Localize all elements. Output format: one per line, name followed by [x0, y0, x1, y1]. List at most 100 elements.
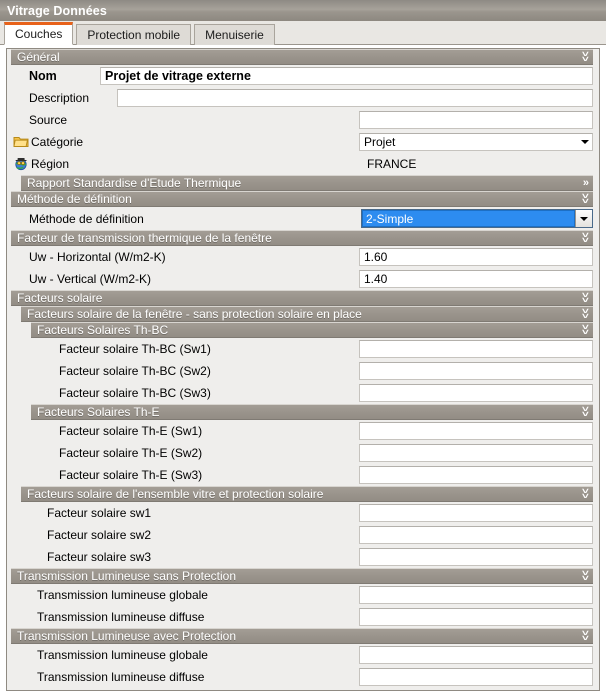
section-header-transmission-sans[interactable]: Transmission Lumineuse sans Protection ˅…: [11, 568, 593, 584]
field-label-fs-thbc-sw3: Facteur solaire Th-BC (Sw3): [59, 386, 211, 400]
section-header-facteur-transmission[interactable]: Facteur de transmission thermique de la …: [11, 230, 593, 246]
double-chevron-down-icon[interactable]: ˅ ˅: [582, 324, 593, 337]
field-label-fs-the-sw3: Facteur solaire Th-E (Sw3): [59, 468, 203, 482]
field-row-categorie: Catégorie Projet: [7, 131, 599, 153]
field-input-nom[interactable]: Projet de vitrage externe: [100, 67, 593, 85]
chevron-down-icon: [580, 216, 588, 221]
field-row-source: Source: [7, 109, 599, 131]
field-label-fs-the-sw1: Facteur solaire Th-E (Sw1): [59, 424, 203, 438]
section-header-facteurs-ensemble-label: Facteurs solaire de l'ensemble vitre et …: [27, 487, 324, 501]
field-label-categorie: Catégorie: [31, 135, 84, 149]
double-chevron-down-icon[interactable]: ˅ ˅: [582, 308, 593, 321]
field-row-fs-the-sw2: Facteur solaire Th-E (Sw2): [7, 442, 599, 464]
field-row-fs-sw3: Facteur solaire sw3: [7, 546, 599, 568]
field-label-fs-the-sw2: Facteur solaire Th-E (Sw2): [59, 446, 203, 460]
field-input-description[interactable]: [117, 89, 593, 107]
section-header-transmission-avec-label: Transmission Lumineuse avec Protection: [17, 629, 236, 643]
field-input-fs-sw1[interactable]: [359, 504, 593, 522]
field-label-region-wrap: Région: [7, 157, 69, 171]
tab-menuiserie[interactable]: Menuiserie: [194, 24, 275, 45]
field-row-fs-sw2: Facteur solaire sw2: [7, 524, 599, 546]
field-dropdown-methode-definition-value: 2-Simple: [362, 210, 575, 227]
section-header-transmission-sans-label: Transmission Lumineuse sans Protection: [17, 569, 236, 583]
field-combo-categorie[interactable]: Projet: [359, 133, 593, 151]
field-input-fs-thbc-sw3[interactable]: [359, 384, 593, 402]
field-label-methode-definition: Méthode de définition: [29, 211, 144, 226]
field-combo-categorie-value: Projet: [364, 135, 396, 149]
field-label-fs-thbc-sw2: Facteur solaire Th-BC (Sw2): [59, 364, 211, 378]
section-header-methode-definition[interactable]: Méthode de définition ˅ ˅: [11, 191, 593, 207]
field-input-fs-the-sw3[interactable]: [359, 466, 593, 484]
field-row-tl-sans-globale: Transmission lumineuse globale: [7, 584, 599, 606]
field-row-uw-horizontal: Uw - Horizontal (W/m2-K) 1.60: [7, 246, 599, 268]
field-row-fs-sw1: Facteur solaire sw1: [7, 502, 599, 524]
folder-icon: [13, 135, 29, 149]
field-row-region: Région FRANCE: [7, 153, 599, 175]
double-chevron-down-icon[interactable]: ˅ ˅: [582, 406, 593, 419]
section-header-facteurs-solaire-fenetre[interactable]: Facteurs solaire de la fenêtre - sans pr…: [21, 306, 593, 322]
field-input-source[interactable]: [359, 111, 593, 129]
section-header-facteurs-thbc[interactable]: Facteurs Solaires Th-BC ˅ ˅: [31, 322, 593, 338]
double-chevron-down-icon[interactable]: ˅ ˅: [582, 488, 593, 501]
field-label-fs-sw3: Facteur solaire sw3: [47, 550, 152, 564]
field-input-fs-thbc-sw1[interactable]: [359, 340, 593, 358]
field-input-tl-avec-diffuse[interactable]: [359, 668, 593, 686]
tab-strip: Couches Protection mobile Menuiserie: [0, 21, 606, 45]
section-header-facteurs-solaire[interactable]: Facteurs solaire ˅ ˅: [11, 290, 593, 306]
field-input-tl-sans-globale[interactable]: [359, 586, 593, 604]
field-row-tl-avec-diffuse: Transmission lumineuse diffuse: [7, 666, 599, 688]
field-label-region: Région: [31, 157, 70, 171]
double-chevron-down-icon[interactable]: ˅ ˅: [582, 193, 593, 206]
field-row-fs-thbc-sw3: Facteur solaire Th-BC (Sw3): [7, 382, 599, 404]
field-label-fs-thbc-sw1: Facteur solaire Th-BC (Sw1): [59, 342, 211, 356]
field-label-uw-vertical: Uw - Vertical (W/m2-K): [29, 272, 152, 286]
double-chevron-down-icon[interactable]: ˅ ˅: [582, 292, 593, 305]
field-row-fs-the-sw1: Facteur solaire Th-E (Sw1): [7, 420, 599, 442]
window-title: Vitrage Données: [7, 3, 107, 18]
chevron-down-icon[interactable]: [581, 140, 589, 144]
double-chevron-down-icon[interactable]: ˅ ˅: [582, 630, 593, 643]
tab-protection-mobile-label: Protection mobile: [87, 28, 181, 42]
double-chevron-down-icon[interactable]: ˅ ˅: [582, 51, 593, 64]
field-value-region[interactable]: FRANCE: [363, 155, 593, 173]
tab-protection-mobile[interactable]: Protection mobile: [76, 24, 192, 45]
field-row-fs-the-sw3: Facteur solaire Th-E (Sw3): [7, 464, 599, 486]
field-row-nom: Nom Projet de vitrage externe: [7, 65, 599, 87]
section-header-facteurs-ensemble[interactable]: Facteurs solaire de l'ensemble vitre et …: [21, 486, 593, 502]
field-input-fs-sw2[interactable]: [359, 526, 593, 544]
section-header-facteurs-solaire-fenetre-label: Facteurs solaire de la fenêtre - sans pr…: [27, 307, 362, 321]
section-header-rapport-standardise[interactable]: Rapport Standardise d'Etude Thermique »: [21, 175, 593, 191]
field-row-uw-vertical: Uw - Vertical (W/m2-K) 1.40: [7, 268, 599, 290]
section-header-facteur-transmission-label: Facteur de transmission thermique de la …: [17, 231, 272, 245]
field-label-nom: Nom: [29, 69, 57, 83]
double-chevron-right-icon[interactable]: »: [583, 177, 593, 189]
field-label-tl-sans-diffuse: Transmission lumineuse diffuse: [37, 610, 205, 624]
double-chevron-down-icon[interactable]: ˅ ˅: [582, 570, 593, 583]
section-header-transmission-avec[interactable]: Transmission Lumineuse avec Protection ˅…: [11, 628, 593, 644]
field-input-uw-horizontal[interactable]: 1.60: [359, 248, 593, 266]
field-row-tl-sans-diffuse: Transmission lumineuse diffuse: [7, 606, 599, 628]
field-label-uw-horizontal: Uw - Horizontal (W/m2-K): [29, 250, 166, 264]
field-row-tl-avec-globale: Transmission lumineuse globale: [7, 644, 599, 666]
field-input-fs-thbc-sw2[interactable]: [359, 362, 593, 380]
field-label-tl-avec-diffuse: Transmission lumineuse diffuse: [37, 670, 205, 684]
section-header-facteurs-solaire-label: Facteurs solaire: [17, 291, 103, 305]
field-dropdown-methode-definition[interactable]: 2-Simple: [361, 209, 593, 228]
field-input-tl-avec-globale[interactable]: [359, 646, 593, 664]
field-label-fs-sw2: Facteur solaire sw2: [47, 528, 152, 542]
field-row-fs-thbc-sw2: Facteur solaire Th-BC (Sw2): [7, 360, 599, 382]
field-input-uw-vertical[interactable]: 1.40: [359, 270, 593, 288]
double-chevron-down-icon[interactable]: ˅ ˅: [582, 232, 593, 245]
globe-icon: [13, 157, 29, 171]
section-header-general[interactable]: Général ˅ ˅: [11, 49, 593, 65]
tab-couches[interactable]: Couches: [4, 22, 74, 45]
field-input-fs-sw3[interactable]: [359, 548, 593, 566]
dropdown-toggle-button[interactable]: [575, 210, 592, 227]
section-header-facteurs-the-label: Facteurs Solaires Th-E: [37, 405, 160, 419]
properties-panel-scroll-area[interactable]: Général ˅ ˅ Nom Projet de vitrage externe…: [7, 49, 599, 690]
section-header-rapport-standardise-label: Rapport Standardise d'Etude Thermique: [27, 176, 242, 190]
field-input-tl-sans-diffuse[interactable]: [359, 608, 593, 626]
field-input-fs-the-sw1[interactable]: [359, 422, 593, 440]
section-header-facteurs-the[interactable]: Facteurs Solaires Th-E ˅ ˅: [31, 404, 593, 420]
field-input-fs-the-sw2[interactable]: [359, 444, 593, 462]
